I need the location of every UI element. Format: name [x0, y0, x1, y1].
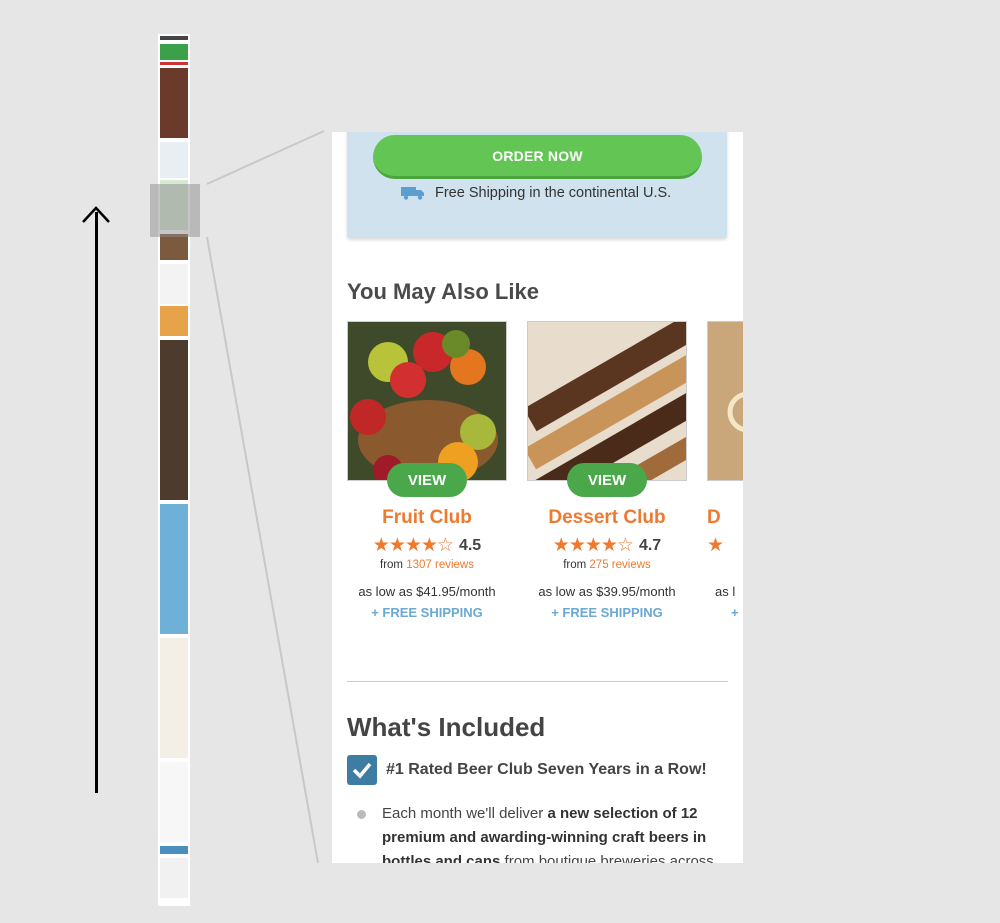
product-name[interactable]: Fruit Club — [347, 507, 507, 529]
bullet-icon — [357, 810, 366, 819]
view-button[interactable]: VIEW — [387, 463, 467, 497]
free-shipping-label: + — [731, 605, 739, 620]
reviews-link[interactable]: 1307 reviews — [406, 559, 474, 571]
product-rating: ★ — [707, 534, 743, 557]
order-now-button[interactable]: ORDER NOW — [373, 135, 702, 179]
product-rating: ★★★★☆ 4.7 — [527, 534, 687, 557]
fruit-image[interactable] — [347, 321, 507, 481]
shipping-note: Free Shipping in the continental U.S. — [401, 185, 671, 201]
product-image[interactable] — [707, 321, 743, 481]
section-divider — [347, 681, 728, 682]
included-headline: #1 Rated Beer Club Seven Years in a Row! — [386, 761, 707, 778]
product-rating: ★★★★☆ 4.5 — [347, 534, 507, 557]
star-rating-icon: ★★★★☆ — [552, 535, 634, 556]
dessert-image[interactable] — [527, 321, 687, 481]
included-description: Each month we'll deliver a new selection… — [382, 805, 714, 863]
product-price: as low as $41.95/month — [358, 584, 496, 599]
rating-score: 4.7 — [638, 536, 662, 554]
product-card: D ★ as l + — [707, 321, 743, 620]
review-count: from 275 reviews — [563, 559, 651, 571]
product-name[interactable]: D — [707, 507, 743, 529]
free-shipping-label: + FREE SHIPPING — [371, 605, 483, 620]
review-count: from 1307 reviews — [380, 559, 474, 571]
product-card: VIEW Fruit Club ★★★★☆ 4.5 from 1307 revi… — [347, 321, 507, 620]
product-price: as l — [715, 584, 736, 599]
truck-icon — [401, 187, 424, 200]
shipping-text: Free Shipping in the continental U.S. — [435, 185, 672, 201]
rating-score: 4.5 — [458, 536, 482, 554]
section-title-included: What's Included — [347, 712, 546, 742]
checkmark-icon — [347, 755, 377, 785]
star-rating-icon: ★★★★☆ — [372, 535, 454, 556]
order-box: ORDER NOW Free Shipping in the continent… — [347, 132, 727, 238]
zoom-panel: ORDER NOW Free Shipping in the continent… — [332, 132, 743, 863]
product-name[interactable]: Dessert Club — [527, 507, 687, 529]
reviews-link[interactable]: 275 reviews — [589, 559, 650, 571]
product-card: VIEW Dessert Club ★★★★☆ 4.7 from 275 rev… — [527, 321, 687, 620]
section-title-also-like: You May Also Like — [347, 279, 539, 304]
free-shipping-label: + FREE SHIPPING — [551, 605, 663, 620]
product-price: as low as $39.95/month — [538, 584, 676, 599]
view-button[interactable]: VIEW — [567, 463, 647, 497]
star-rating-icon: ★ — [707, 535, 724, 556]
